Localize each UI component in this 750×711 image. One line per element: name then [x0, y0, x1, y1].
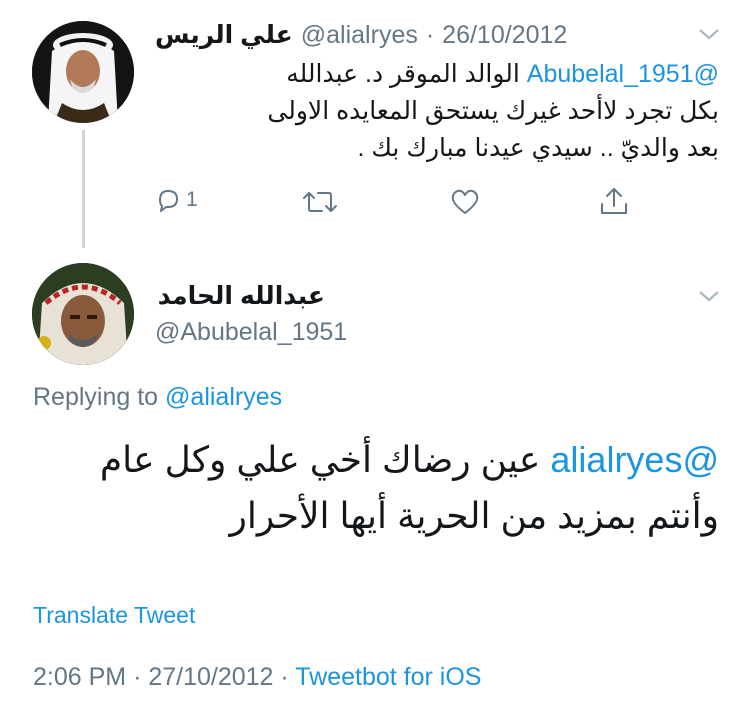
reply-count: 1: [186, 188, 198, 211]
parent-avatar[interactable]: [32, 21, 134, 123]
meta-separator-2: ·: [280, 663, 289, 691]
retweet-icon[interactable]: [302, 189, 338, 215]
main-text-line-1: @alialryes عين رضاك أخي علي وكل عام: [99, 439, 719, 480]
main-avatar[interactable]: [32, 263, 134, 365]
replying-to-handle[interactable]: @alialryes: [165, 383, 282, 411]
replying-to-label: Replying to: [33, 383, 159, 411]
parent-tweet-text: @Abubelal_1951 الوالد الموقر د. عبدالله …: [155, 56, 719, 167]
thread-line: [82, 130, 85, 248]
parent-text-line-2: بكل تجرد لاأحد غيرك يستحق المعايده الاول…: [267, 97, 719, 125]
parent-avatar-image: [32, 21, 134, 123]
tweet-time[interactable]: 2:06 PM: [33, 663, 126, 691]
main-tweet-text: @alialryes عين رضاك أخي علي وكل عام وأنت…: [33, 432, 719, 544]
translate-tweet-link[interactable]: Translate Tweet: [33, 600, 195, 630]
tweet-meta: 2:06 PM · 27/10/2012 · Tweetbot for iOS: [33, 660, 481, 694]
main-text-line-2: وأنتم بمزيد من الحرية أيها الأحرار: [229, 495, 719, 536]
main-display-name[interactable]: عبدالله الحامد: [155, 280, 325, 312]
tweet-client[interactable]: Tweetbot for iOS: [295, 663, 481, 691]
replying-to: Replying to @alialryes: [33, 381, 282, 413]
parent-text-line-1: @Abubelal_1951 الوالد الموقر د. عبدالله: [155, 56, 719, 93]
mention-link[interactable]: @alialryes: [550, 439, 719, 480]
parent-display-name[interactable]: علي الريس: [155, 20, 293, 50]
meta-separator-1: ·: [133, 663, 142, 691]
like-icon[interactable]: [449, 188, 481, 216]
reply-icon: [159, 190, 178, 212]
chevron-down-icon[interactable]: [697, 288, 721, 304]
main-handle[interactable]: @Abubelal_1951: [155, 316, 347, 348]
share-icon[interactable]: [598, 186, 630, 216]
reply-button[interactable]: 1: [154, 186, 198, 214]
main-avatar-image: [32, 263, 134, 365]
parent-header: علي الريس @alialryes · 26/10/2012: [155, 18, 567, 52]
tweet-date[interactable]: 27/10/2012: [148, 663, 273, 691]
parent-separator: ·: [425, 20, 435, 49]
mention-link[interactable]: @Abubelal_1951: [527, 60, 719, 88]
parent-date[interactable]: 26/10/2012: [442, 21, 567, 50]
parent-handle[interactable]: @alialryes: [301, 21, 418, 50]
parent-text-line-1-content: @Abubelal_1951 الوالد الموقر د. عبدالله: [286, 60, 719, 88]
parent-text-line-3: بعد والديّ .. سيدي عيدنا مبارك بك .: [357, 134, 719, 162]
chevron-down-icon[interactable]: [697, 26, 721, 42]
